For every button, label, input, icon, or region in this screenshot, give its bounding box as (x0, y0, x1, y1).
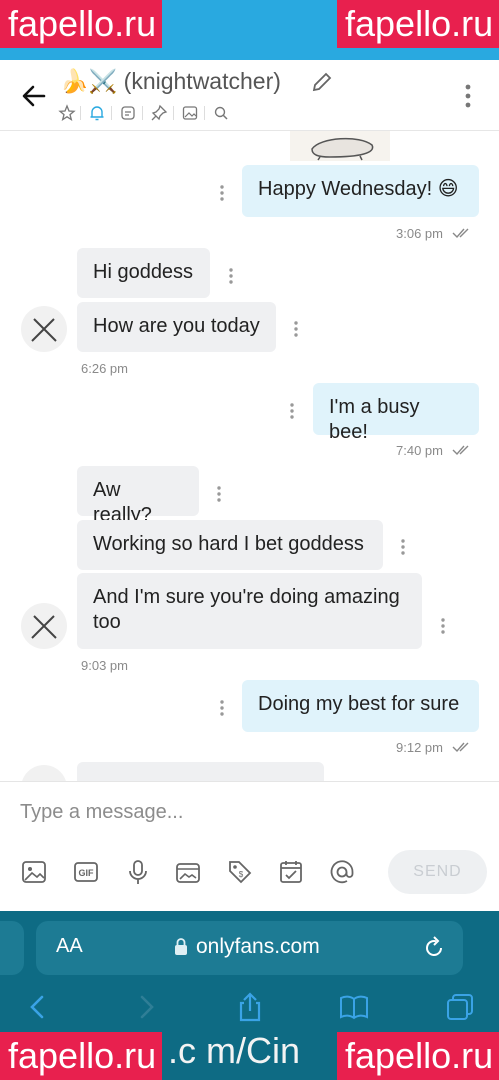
message-options-icon[interactable] (290, 319, 302, 339)
share-icon[interactable] (234, 991, 266, 1023)
watermark-top-left: fapello.ru (0, 0, 162, 48)
message-bubble-outgoing[interactable]: Happy Wednesday! 😄 (242, 165, 479, 217)
message-options-icon[interactable] (286, 401, 298, 421)
message-bubble-incoming[interactable] (77, 762, 324, 781)
sticker-image (311, 137, 374, 161)
message-bubble-outgoing[interactable]: Doing my best for sure (242, 680, 479, 732)
message-timestamp: 6:26 pm (81, 361, 128, 376)
message-options-icon[interactable] (216, 698, 228, 718)
message-bubble-outgoing[interactable]: I'm a busy bee! (313, 383, 479, 443)
calendar-check-icon[interactable] (277, 858, 305, 886)
message-input[interactable] (18, 794, 382, 830)
gallery-icon[interactable] (181, 104, 199, 122)
star-icon[interactable] (58, 104, 76, 122)
divider (111, 106, 112, 120)
reader-settings-button[interactable]: AA (56, 935, 83, 958)
pin-icon[interactable] (150, 104, 168, 122)
url-text[interactable]: onlyfans.com (196, 935, 320, 959)
message-options-icon[interactable] (225, 266, 237, 286)
back-icon[interactable] (22, 991, 54, 1023)
read-receipt-icon (452, 742, 469, 753)
message-list[interactable]: Happy Wednesday! 😄 3:06 pm Hi goddess Ho… (0, 131, 499, 781)
message-bubble-incoming[interactable]: Hi goddess (77, 248, 210, 298)
vault-icon[interactable] (174, 858, 202, 886)
message-timestamp: 3:06 pm (396, 226, 443, 241)
image-upload-icon[interactable] (20, 858, 48, 886)
crossed-swords-icon (31, 615, 57, 639)
back-arrow-icon[interactable] (18, 80, 50, 112)
message-options-icon[interactable] (437, 616, 449, 636)
read-receipt-icon (452, 445, 469, 456)
divider (142, 106, 143, 120)
bell-icon[interactable] (88, 104, 106, 122)
message-bubble-incoming[interactable]: Aw really? (77, 466, 199, 526)
watermark-bottom-middle: .c m/Cin (168, 1030, 301, 1071)
gif-icon[interactable]: GIF (72, 858, 100, 886)
reload-icon[interactable] (422, 935, 446, 961)
forward-icon[interactable] (130, 991, 162, 1023)
message-timestamp: 9:12 pm (396, 740, 443, 755)
avatar[interactable] (21, 765, 67, 781)
crossed-swords-icon (31, 318, 57, 342)
tabs-icon[interactable] (444, 991, 476, 1023)
svg-text:$: $ (239, 870, 244, 879)
message-bubble-incoming[interactable]: And I'm sure you're doing amazing too (77, 573, 422, 649)
watermark-top-right: fapello.ru (337, 0, 499, 48)
lock-icon (175, 938, 187, 955)
more-options-icon[interactable] (456, 82, 480, 110)
microphone-icon[interactable] (124, 858, 152, 886)
message-options-icon[interactable] (397, 537, 409, 557)
media-thumbnail[interactable] (290, 131, 390, 161)
note-icon[interactable] (119, 104, 137, 122)
price-tag-icon[interactable]: $ (226, 858, 254, 886)
avatar[interactable] (21, 603, 67, 649)
divider (204, 106, 205, 120)
message-timestamp: 9:03 pm (81, 658, 128, 673)
divider (173, 106, 174, 120)
message-composer: GIF $ SEND (0, 781, 499, 912)
send-button[interactable]: SEND (388, 850, 487, 894)
address-bar[interactable]: AA onlyfans.com (36, 921, 463, 975)
chat-header: 🍌⚔️ (knightwatcher) (0, 60, 499, 131)
svg-text:GIF: GIF (79, 868, 95, 878)
message-options-icon[interactable] (216, 183, 228, 203)
message-bubble-incoming[interactable]: Working so hard I bet goddess (77, 520, 383, 570)
divider (80, 106, 81, 120)
previous-tab-preview[interactable] (0, 921, 24, 975)
mention-icon[interactable] (328, 858, 356, 886)
bookmarks-icon[interactable] (338, 991, 370, 1023)
watermark-bottom-left: fapello.ru (0, 1032, 162, 1080)
read-receipt-icon (452, 228, 469, 239)
message-bubble-incoming[interactable]: How are you today (77, 302, 276, 352)
search-icon[interactable] (212, 104, 230, 122)
message-options-icon[interactable] (213, 484, 225, 504)
watermark-bottom-right: fapello.ru (337, 1032, 499, 1080)
message-timestamp: 7:40 pm (396, 443, 443, 458)
avatar[interactable] (21, 306, 67, 352)
edit-name-icon[interactable] (310, 70, 334, 94)
chat-title[interactable]: 🍌⚔️ (knightwatcher) (60, 68, 281, 95)
